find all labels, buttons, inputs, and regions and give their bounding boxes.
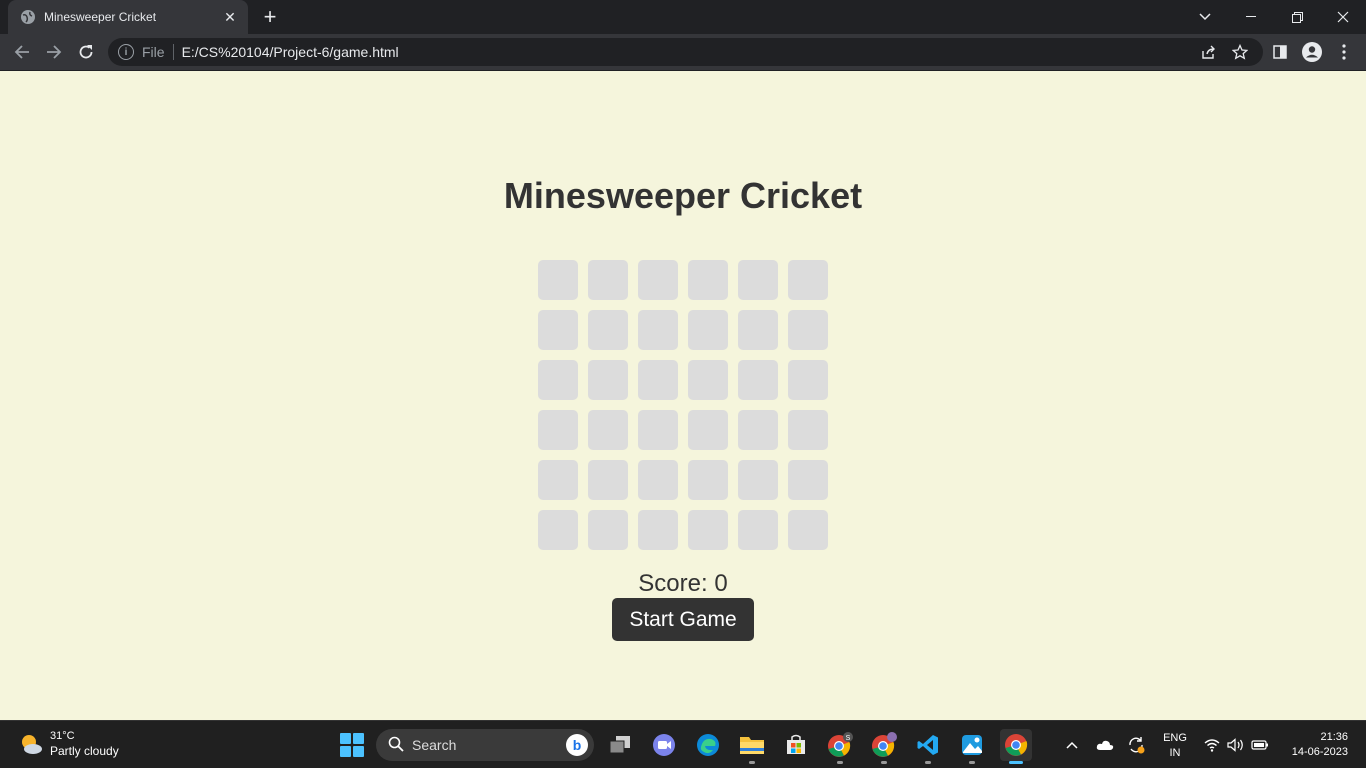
grid-cell[interactable] <box>538 360 578 400</box>
task-view-icon[interactable] <box>604 729 636 761</box>
search-icon <box>388 736 404 755</box>
start-game-button[interactable]: Start Game <box>612 598 754 641</box>
grid-cell[interactable] <box>788 260 828 300</box>
restore-button[interactable] <box>1274 0 1320 34</box>
clock-date: 14-06-2023 <box>1291 746 1348 758</box>
grid-cell[interactable] <box>588 360 628 400</box>
grid-cell[interactable] <box>738 260 778 300</box>
bookmark-star-icon[interactable] <box>1228 40 1252 64</box>
grid-cell[interactable] <box>688 360 728 400</box>
weather-widget[interactable]: 31°C Partly cloudy <box>18 729 119 759</box>
store-icon[interactable] <box>780 729 812 761</box>
web-page: Minesweeper Cricket Score: 0 Start Game <box>0 71 1366 720</box>
grid-cell[interactable] <box>538 460 578 500</box>
grid-cell[interactable] <box>788 310 828 350</box>
page-title: Minesweeper Cricket <box>503 175 863 216</box>
chrome-profile-2-icon[interactable] <box>868 729 900 764</box>
share-icon[interactable] <box>1196 40 1220 64</box>
address-bar[interactable]: i File E:/CS%20104/Project-6/game.html <box>108 38 1263 66</box>
profile-avatar-icon[interactable] <box>1298 38 1326 66</box>
chevron-up-icon[interactable] <box>1062 721 1082 768</box>
grid-cell[interactable] <box>688 310 728 350</box>
score-display: Score: 0 <box>638 570 728 597</box>
grid-cell[interactable] <box>638 360 678 400</box>
language-code: ENG <box>1163 732 1187 744</box>
windows-taskbar: 31°C Partly cloudy Search b S ENG IN 21:… <box>0 720 1366 768</box>
chrome-profile-s-icon[interactable]: S <box>824 729 856 764</box>
svg-text:S: S <box>846 735 851 742</box>
volume-icon[interactable] <box>1226 721 1246 768</box>
grid-cell[interactable] <box>688 410 728 450</box>
grid-cell[interactable] <box>738 360 778 400</box>
grid-cell[interactable] <box>788 360 828 400</box>
url-scheme: File <box>142 44 165 60</box>
grid-cell[interactable] <box>738 410 778 450</box>
close-tab-icon[interactable]: ✕ <box>222 9 238 25</box>
photos-icon[interactable] <box>956 729 988 764</box>
forward-button[interactable] <box>40 38 68 66</box>
reload-button[interactable] <box>72 38 100 66</box>
side-panel-icon[interactable] <box>1266 38 1294 66</box>
grid-cell[interactable] <box>588 310 628 350</box>
partly-cloudy-icon <box>22 735 42 754</box>
url-separator <box>172 44 174 60</box>
weather-description: Partly cloudy <box>50 744 119 758</box>
game-grid <box>538 260 828 550</box>
browser-tab[interactable]: Minesweeper Cricket ✕ <box>8 0 248 34</box>
grid-cell[interactable] <box>688 260 728 300</box>
grid-cell[interactable] <box>588 410 628 450</box>
region-code: IN <box>1169 747 1181 759</box>
new-tab-button[interactable]: + <box>256 4 284 30</box>
weather-temperature: 31°C <box>50 730 75 742</box>
grid-cell[interactable] <box>588 460 628 500</box>
grid-cell[interactable] <box>688 460 728 500</box>
grid-cell[interactable] <box>538 310 578 350</box>
language-indicator[interactable]: ENG IN <box>1160 731 1190 761</box>
grid-cell[interactable] <box>738 460 778 500</box>
info-icon[interactable]: i <box>118 44 134 60</box>
globe-icon <box>20 9 36 25</box>
grid-cell[interactable] <box>638 310 678 350</box>
file-explorer-icon[interactable] <box>736 729 768 764</box>
tab-search-icon[interactable] <box>1182 0 1228 34</box>
sync-icon[interactable] <box>1125 721 1147 768</box>
grid-cell[interactable] <box>638 410 678 450</box>
bing-icon[interactable]: b <box>566 734 588 756</box>
grid-cell[interactable] <box>538 260 578 300</box>
grid-cell[interactable] <box>638 510 678 550</box>
taskbar-search[interactable]: Search b <box>376 729 594 761</box>
system-clock[interactable]: 21:36 14-06-2023 <box>1280 730 1348 760</box>
tab-title: Minesweeper Cricket <box>44 10 157 24</box>
browser-toolbar: i File E:/CS%20104/Project-6/game.html <box>0 34 1366 71</box>
grid-cell[interactable] <box>638 460 678 500</box>
search-placeholder: Search <box>412 737 457 753</box>
tab-strip: Minesweeper Cricket ✕ + <box>0 0 1366 34</box>
onedrive-icon[interactable] <box>1094 721 1116 768</box>
grid-cell[interactable] <box>688 510 728 550</box>
grid-cell[interactable] <box>788 410 828 450</box>
close-window-button[interactable] <box>1320 0 1366 34</box>
windows-start-icon[interactable] <box>340 733 364 757</box>
back-button[interactable] <box>8 38 36 66</box>
grid-cell[interactable] <box>788 510 828 550</box>
edge-icon[interactable] <box>692 729 724 761</box>
vscode-icon[interactable] <box>912 729 944 764</box>
url-text: E:/CS%20104/Project-6/game.html <box>181 44 399 60</box>
battery-icon[interactable] <box>1250 721 1270 768</box>
grid-cell[interactable] <box>538 410 578 450</box>
grid-cell[interactable] <box>738 310 778 350</box>
grid-cell[interactable] <box>738 510 778 550</box>
chrome-icon[interactable] <box>1000 729 1032 764</box>
grid-cell[interactable] <box>588 260 628 300</box>
grid-cell[interactable] <box>588 510 628 550</box>
grid-cell[interactable] <box>638 260 678 300</box>
wifi-icon[interactable] <box>1202 721 1222 768</box>
menu-kebab-icon[interactable] <box>1330 38 1358 66</box>
minimize-button[interactable] <box>1228 0 1274 34</box>
meet-icon[interactable] <box>648 729 680 761</box>
grid-cell[interactable] <box>538 510 578 550</box>
grid-cell[interactable] <box>788 460 828 500</box>
clock-time: 21:36 <box>1320 731 1348 743</box>
